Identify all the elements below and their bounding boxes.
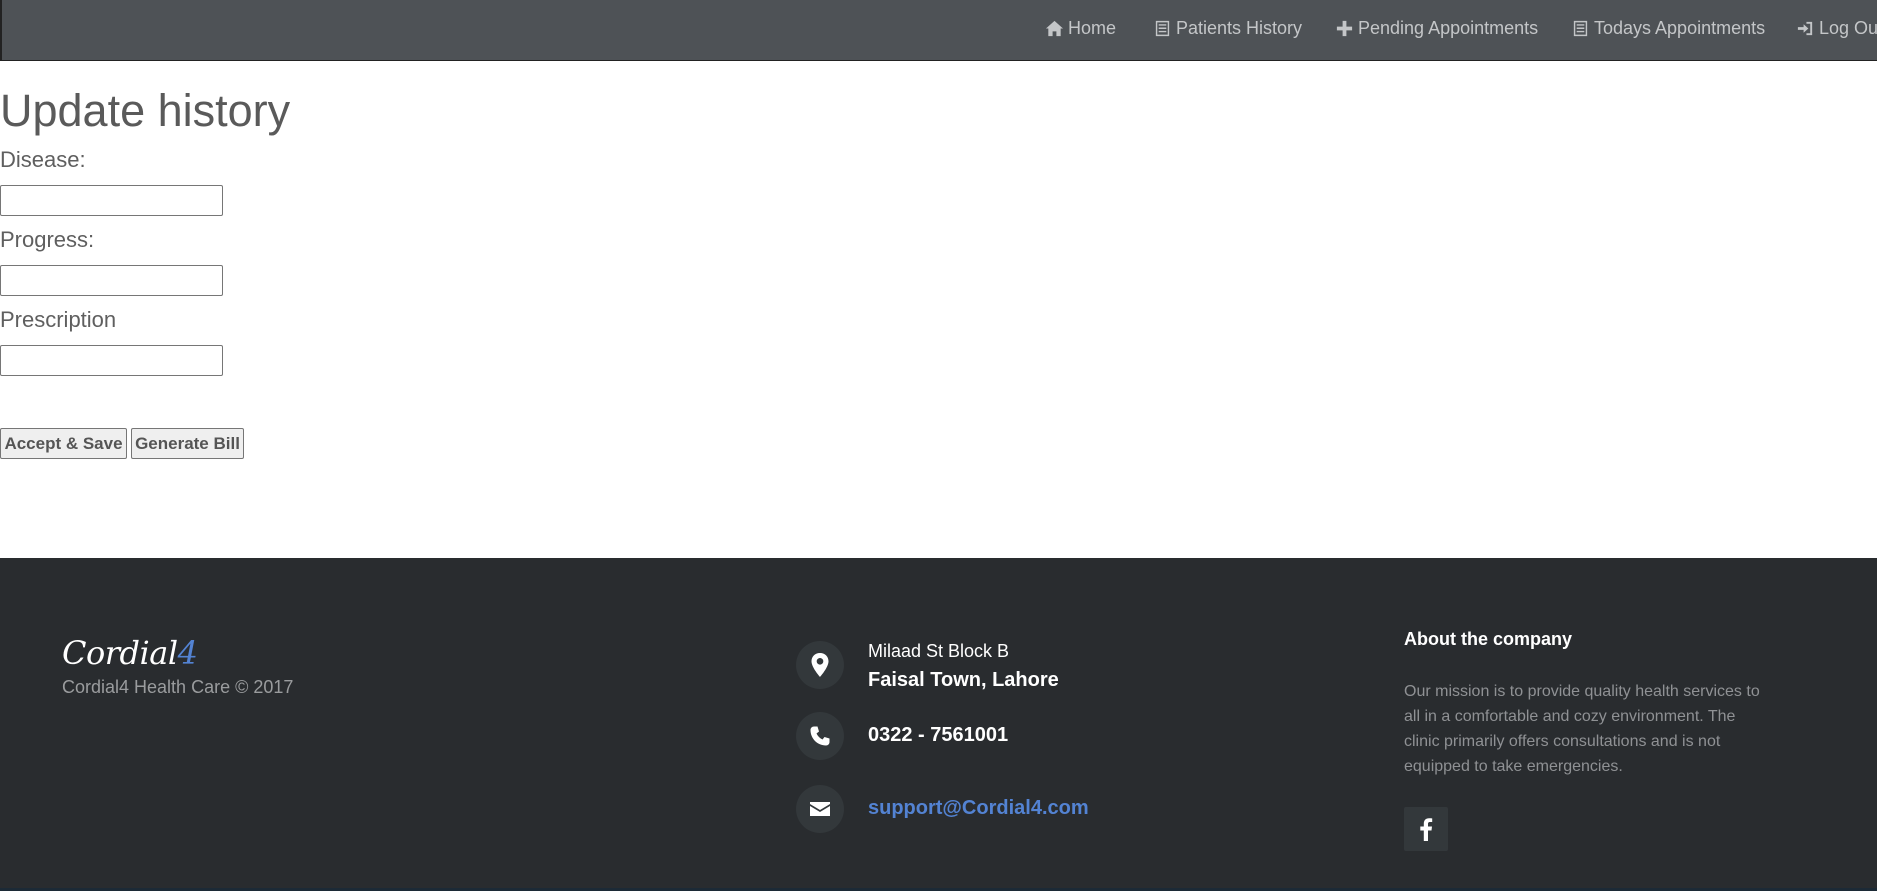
nav-pending-appointments-label: Pending Appointments	[1358, 18, 1539, 38]
progress-input[interactable]	[0, 265, 223, 296]
facebook-icon	[1420, 818, 1433, 841]
disease-label: Disease:	[0, 147, 86, 172]
nav-log-out[interactable]: Log Out	[1796, 0, 1877, 57]
address-line-2: Faisal Town, Lahore	[868, 669, 1059, 691]
email-link[interactable]: support@Cordial4.com	[868, 797, 1089, 820]
address-line-1: Milaad St Block B	[868, 641, 1010, 661]
footer: Cordial4 Cordial4 Health Care © 2017 Mil…	[0, 558, 1877, 891]
top-navbar: Home Patients History Pending Appointmen…	[0, 0, 1877, 61]
prescription-label: Prescription	[0, 307, 117, 332]
envelope-icon	[796, 785, 844, 833]
nav-patients-history[interactable]: Patients History	[1153, 0, 1302, 57]
logo-text: Cordial	[62, 634, 178, 672]
home-icon	[1045, 20, 1064, 37]
disease-input[interactable]	[0, 185, 223, 216]
phone-icon	[796, 712, 844, 760]
accept-save-button[interactable]: Accept & Save	[0, 428, 127, 459]
nav-home-label: Home	[1068, 18, 1117, 38]
location-icon	[796, 641, 844, 689]
about-text: Our mission is to provide quality health…	[1404, 683, 1760, 775]
prescription-input[interactable]	[0, 345, 223, 376]
about-title: About the company	[1404, 629, 1573, 649]
plus-icon	[1336, 20, 1353, 37]
log-in-icon	[1797, 21, 1813, 36]
page-title: Update history	[0, 85, 291, 136]
nav-log-out-label: Log Out	[1819, 18, 1877, 38]
nav-patients-history-label: Patients History	[1176, 18, 1303, 38]
phone-number: 0322 - 7561001	[868, 724, 1009, 746]
progress-label: Progress:	[0, 227, 95, 252]
footer-logo: Cordial4	[62, 634, 198, 672]
nav-todays-appointments-label: Todays Appointments	[1594, 18, 1766, 38]
list-icon	[1155, 20, 1170, 37]
nav-home[interactable]: Home	[1045, 0, 1116, 57]
generate-bill-button[interactable]: Generate Bill	[131, 428, 244, 459]
nav-todays-appointments[interactable]: Todays Appointments	[1571, 0, 1765, 57]
logo-accent: 4	[177, 634, 198, 672]
list-icon	[1573, 20, 1588, 37]
copyright-text: Cordial4 Health Care © 2017	[62, 677, 294, 697]
nav-pending-appointments[interactable]: Pending Appointments	[1335, 0, 1538, 57]
facebook-button[interactable]	[1404, 807, 1448, 851]
